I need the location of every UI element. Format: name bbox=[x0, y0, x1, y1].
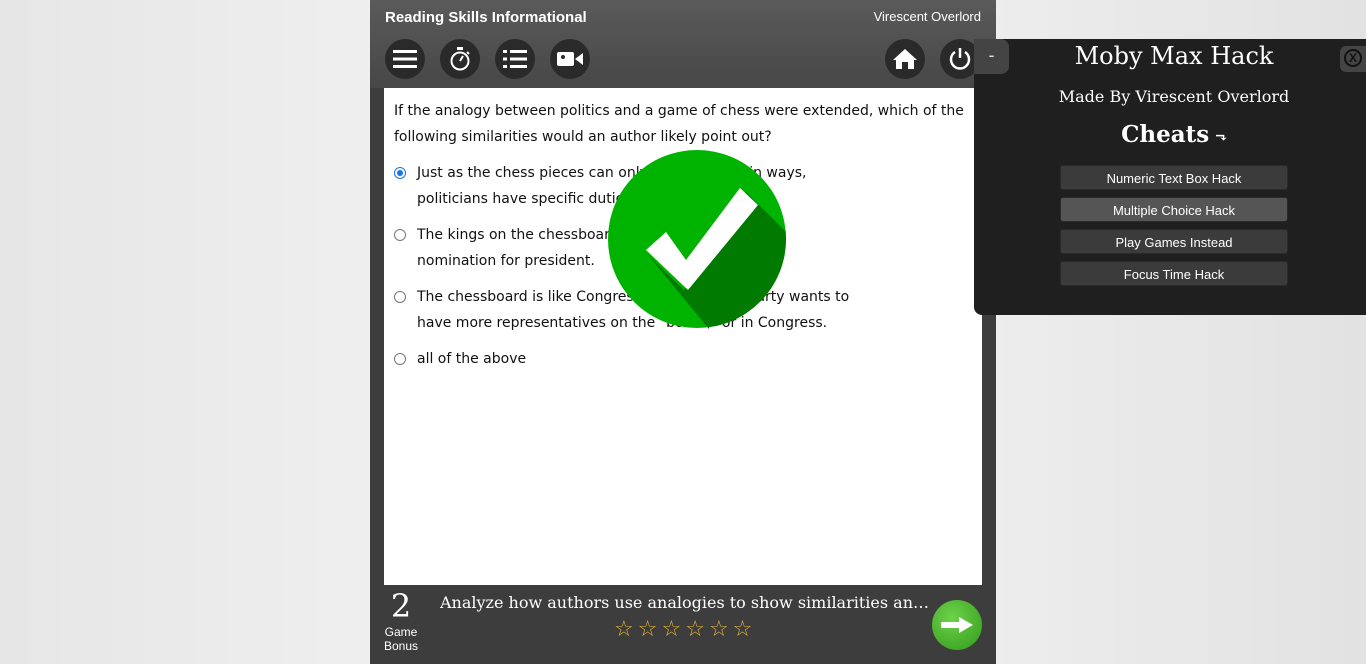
game-bonus-label-line: Bonus bbox=[383, 639, 419, 653]
answer-line: nomination for president. bbox=[417, 253, 595, 269]
question-area: If the analogy between politics and a ga… bbox=[384, 88, 982, 585]
answer-text: all of the above bbox=[417, 346, 887, 372]
game-bonus-label-line: Game bbox=[384, 625, 418, 639]
checkmark-icon bbox=[608, 150, 786, 328]
hack-minimize-button[interactable]: - bbox=[974, 39, 1009, 74]
video-icon bbox=[557, 52, 583, 66]
multiple-choice-hack-button[interactable]: Multiple Choice Hack bbox=[1060, 197, 1288, 222]
home-icon bbox=[893, 49, 917, 69]
menu-icon bbox=[393, 50, 417, 68]
footer-bar: 2 Game Bonus Analyze how authors use ana… bbox=[370, 585, 996, 664]
answer-radio[interactable] bbox=[394, 229, 406, 241]
answer-choice-4[interactable]: all of the above bbox=[394, 346, 954, 372]
user-name: Virescent Overlord bbox=[873, 9, 981, 24]
timer-icon bbox=[450, 47, 470, 71]
close-icon: X bbox=[1344, 49, 1362, 67]
timer-button[interactable] bbox=[440, 39, 480, 79]
menu-button[interactable] bbox=[385, 39, 425, 79]
arrow-right-icon bbox=[941, 617, 973, 633]
focus-time-hack-button[interactable]: Focus Time Hack bbox=[1060, 261, 1288, 286]
app-title: Reading Skills Informational bbox=[385, 9, 587, 26]
list-button[interactable] bbox=[495, 39, 535, 79]
home-button[interactable] bbox=[885, 39, 925, 79]
star-icon: ☆ bbox=[614, 617, 634, 642]
star-icon: ☆ bbox=[637, 617, 658, 642]
answer-radio[interactable] bbox=[394, 167, 406, 179]
star-icon: ☆ bbox=[685, 617, 705, 642]
cheats-heading[interactable]: Cheats ⬎ bbox=[974, 121, 1366, 148]
quiz-app: Reading Skills Informational Virescent O… bbox=[370, 0, 996, 664]
cheats-heading-label: Cheats bbox=[1121, 121, 1210, 148]
hack-panel-subtitle: Made By Virescent Overlord bbox=[1058, 87, 1290, 106]
answer-line: all of the above bbox=[417, 351, 527, 367]
answer-radio[interactable] bbox=[394, 291, 406, 303]
lesson-objective: Analyze how authors use analogies to sho… bbox=[440, 593, 930, 612]
game-bonus-label: Game Bonus bbox=[378, 625, 424, 653]
star-icon: ☆ bbox=[661, 617, 682, 642]
answer-line: politicians have specific duties. bbox=[417, 191, 637, 207]
star-icon: ☆ bbox=[708, 617, 729, 642]
arrow-down-icon: ⬎ bbox=[1215, 130, 1227, 146]
numeric-text-box-hack-button[interactable]: Numeric Text Box Hack bbox=[1060, 165, 1288, 190]
play-games-instead-button[interactable]: Play Games Instead bbox=[1060, 229, 1288, 254]
hack-panel: Moby Max Hack Made By Virescent Overlord… bbox=[974, 39, 1366, 315]
power-icon bbox=[949, 48, 971, 70]
star-icon: ☆ bbox=[732, 617, 753, 642]
list-icon bbox=[503, 50, 527, 68]
app-header: Reading Skills Informational Virescent O… bbox=[370, 0, 996, 88]
hack-panel-title: Moby Max Hack bbox=[1074, 42, 1274, 70]
star-rating: ☆ ☆ ☆ ☆ ☆ ☆ bbox=[614, 619, 752, 641]
game-bonus-count: 2 bbox=[390, 587, 412, 625]
hack-close-button[interactable]: X bbox=[1340, 46, 1366, 72]
answer-radio[interactable] bbox=[394, 353, 406, 365]
video-button[interactable] bbox=[550, 39, 590, 79]
question-text: If the analogy between politics and a ga… bbox=[394, 103, 964, 145]
next-button[interactable] bbox=[932, 600, 982, 650]
